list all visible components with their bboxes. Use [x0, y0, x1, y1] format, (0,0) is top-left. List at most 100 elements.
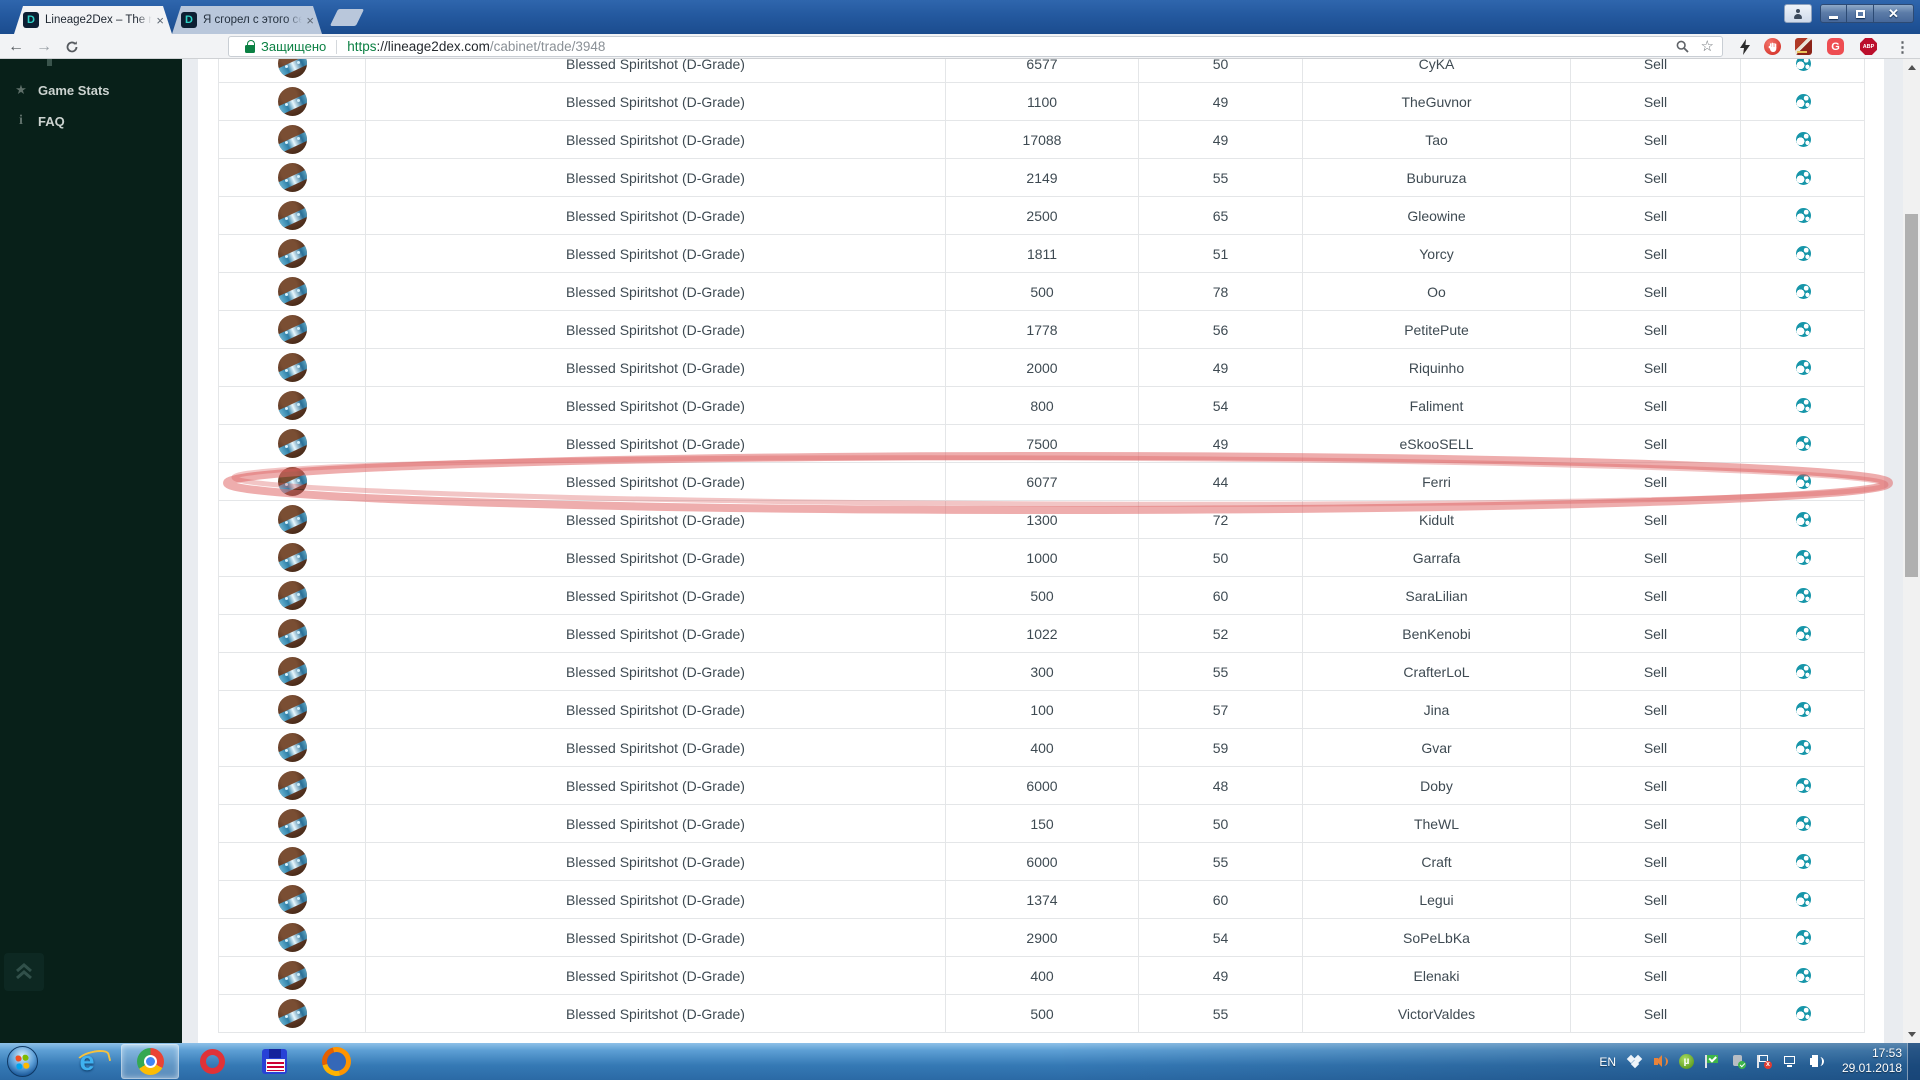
- taskbar-clock[interactable]: 17:53 29.01.2018: [1826, 1046, 1902, 1076]
- trade-type-cell: Sell: [1570, 577, 1740, 614]
- globe-icon[interactable]: [1795, 740, 1811, 755]
- spiritshot-item-icon: [277, 999, 307, 1028]
- page-zoom-icon[interactable]: [1676, 40, 1689, 53]
- character-cell: eSkooSELL: [1302, 425, 1570, 462]
- globe-icon[interactable]: [1795, 132, 1811, 147]
- profile-button[interactable]: [1784, 4, 1812, 23]
- close-button[interactable]: ✕: [1874, 4, 1914, 23]
- tab-close-icon[interactable]: ×: [156, 14, 164, 27]
- globe-icon[interactable]: [1795, 816, 1811, 831]
- back-button[interactable]: ←: [4, 34, 28, 59]
- globe-icon[interactable]: [1795, 512, 1811, 527]
- utorrent-icon[interactable]: µ: [1679, 1054, 1694, 1069]
- network-icon[interactable]: [1783, 1054, 1798, 1069]
- item-name-cell: Blessed Spiritshot (D-Grade): [365, 83, 945, 120]
- speaker-icon[interactable]: [1809, 1054, 1824, 1069]
- item-name-cell: Blessed Spiritshot (D-Grade): [365, 59, 945, 82]
- taskbar-opera[interactable]: [183, 1044, 241, 1079]
- url-text[interactable]: https://lineage2dex.com/cabinet/trade/39…: [347, 39, 605, 54]
- address-bar[interactable]: Защищено https://lineage2dex.com/cabinet…: [228, 36, 1723, 57]
- sidebar-item-faq[interactable]: i FAQ: [0, 108, 182, 134]
- dropbox-icon[interactable]: [1626, 1054, 1643, 1069]
- table-row: Blessed Spiritshot (D-Grade) 1000 50 Gar…: [218, 539, 1864, 577]
- taskbar-chrome-active[interactable]: [121, 1044, 179, 1079]
- scroll-to-top-button[interactable]: [4, 953, 44, 991]
- globe-icon[interactable]: [1795, 284, 1811, 299]
- safely-remove-usb-icon[interactable]: [1731, 1054, 1746, 1069]
- lightning-extension-icon[interactable]: [1736, 38, 1753, 55]
- globe-icon[interactable]: [1795, 588, 1811, 603]
- quantity-cell: 6000: [945, 843, 1138, 880]
- globe-icon[interactable]: [1795, 778, 1811, 793]
- globe-icon[interactable]: [1795, 398, 1811, 413]
- triangle-up-icon: [1907, 65, 1916, 70]
- vertical-scrollbar[interactable]: [1903, 59, 1920, 1043]
- scrollbar-thumb[interactable]: [1905, 214, 1918, 577]
- g-extension-icon[interactable]: G: [1827, 38, 1844, 55]
- spiritshot-item-icon: [277, 733, 307, 762]
- security-label[interactable]: Защищено: [261, 39, 326, 54]
- character-cell: Elenaki: [1302, 957, 1570, 994]
- globe-icon[interactable]: [1795, 246, 1811, 261]
- table-row: Blessed Spiritshot (D-Grade) 2000 49 Riq…: [218, 349, 1864, 387]
- bookmark-star-icon[interactable]: ☆: [1701, 39, 1714, 54]
- trade-type-cell: Sell: [1570, 729, 1740, 766]
- taskbar-internet-explorer[interactable]: e: [58, 1044, 116, 1079]
- action-center-flag-icon[interactable]: x: [1757, 1054, 1772, 1069]
- globe-icon[interactable]: [1795, 322, 1811, 337]
- globe-icon[interactable]: [1795, 702, 1811, 717]
- price-cell: 54: [1138, 919, 1302, 956]
- location-cell: [1740, 83, 1865, 120]
- globe-icon[interactable]: [1795, 360, 1811, 375]
- item-icon-cell: [218, 539, 365, 576]
- globe-icon[interactable]: [1795, 170, 1811, 185]
- globe-icon[interactable]: [1795, 208, 1811, 223]
- item-icon-cell: [218, 121, 365, 158]
- taskbar-firefox[interactable]: [307, 1044, 365, 1079]
- scrollbar-up-arrow[interactable]: [1903, 59, 1920, 76]
- taskbar-floppy-app[interactable]: [245, 1044, 303, 1079]
- browser-menu-icon[interactable]: ⋮: [1894, 38, 1911, 56]
- globe-icon[interactable]: [1795, 968, 1811, 983]
- maximize-button[interactable]: [1847, 4, 1874, 23]
- item-name-cell: Blessed Spiritshot (D-Grade): [365, 349, 945, 386]
- start-button[interactable]: [7, 1046, 38, 1077]
- globe-icon[interactable]: [1795, 550, 1811, 565]
- volume-mixer-icon[interactable]: [1653, 1054, 1668, 1069]
- globe-icon[interactable]: [1795, 1006, 1811, 1021]
- globe-icon[interactable]: [1795, 930, 1811, 945]
- globe-icon[interactable]: [1795, 892, 1811, 907]
- tab-forum-thread[interactable]: D Я сгорел с этого сервер ×: [172, 6, 322, 34]
- new-tab-button[interactable]: [329, 9, 365, 26]
- forward-button[interactable]: →: [32, 34, 56, 59]
- location-cell: [1740, 805, 1865, 842]
- language-indicator[interactable]: EN: [1599, 1055, 1616, 1069]
- globe-icon[interactable]: [1795, 436, 1811, 451]
- dota2-extension-icon[interactable]: [1795, 38, 1812, 55]
- tab-lineage2dex[interactable]: D Lineage2Dex – The most ×: [14, 6, 172, 34]
- green-flag-check-icon[interactable]: [1705, 1054, 1720, 1069]
- spiritshot-item-icon: [277, 619, 307, 648]
- trade-type-cell: Sell: [1570, 957, 1740, 994]
- trade-type-cell: Sell: [1570, 501, 1740, 538]
- item-name-cell: Blessed Spiritshot (D-Grade): [365, 843, 945, 880]
- globe-icon[interactable]: [1795, 626, 1811, 641]
- globe-icon[interactable]: [1795, 59, 1811, 71]
- globe-icon[interactable]: [1795, 474, 1811, 489]
- character-cell: Oo: [1302, 273, 1570, 310]
- globe-icon[interactable]: [1795, 664, 1811, 679]
- close-icon: ✕: [1888, 5, 1899, 21]
- price-cell: 72: [1138, 501, 1302, 538]
- globe-icon[interactable]: [1795, 854, 1811, 869]
- scrollbar-down-arrow[interactable]: [1903, 1026, 1920, 1043]
- hand-blocker-extension-icon[interactable]: [1764, 38, 1781, 55]
- adblock-plus-extension-icon[interactable]: ABP: [1860, 38, 1877, 55]
- show-desktop-button[interactable]: [1907, 1043, 1920, 1080]
- reload-button[interactable]: [60, 34, 84, 59]
- globe-icon[interactable]: [1795, 94, 1811, 109]
- trade-type-cell: Sell: [1570, 615, 1740, 652]
- minimize-button[interactable]: [1820, 4, 1847, 23]
- location-cell: [1740, 387, 1865, 424]
- sidebar-item-game-stats[interactable]: ★ Game Stats: [0, 77, 182, 103]
- tab-close-icon[interactable]: ×: [306, 14, 314, 27]
